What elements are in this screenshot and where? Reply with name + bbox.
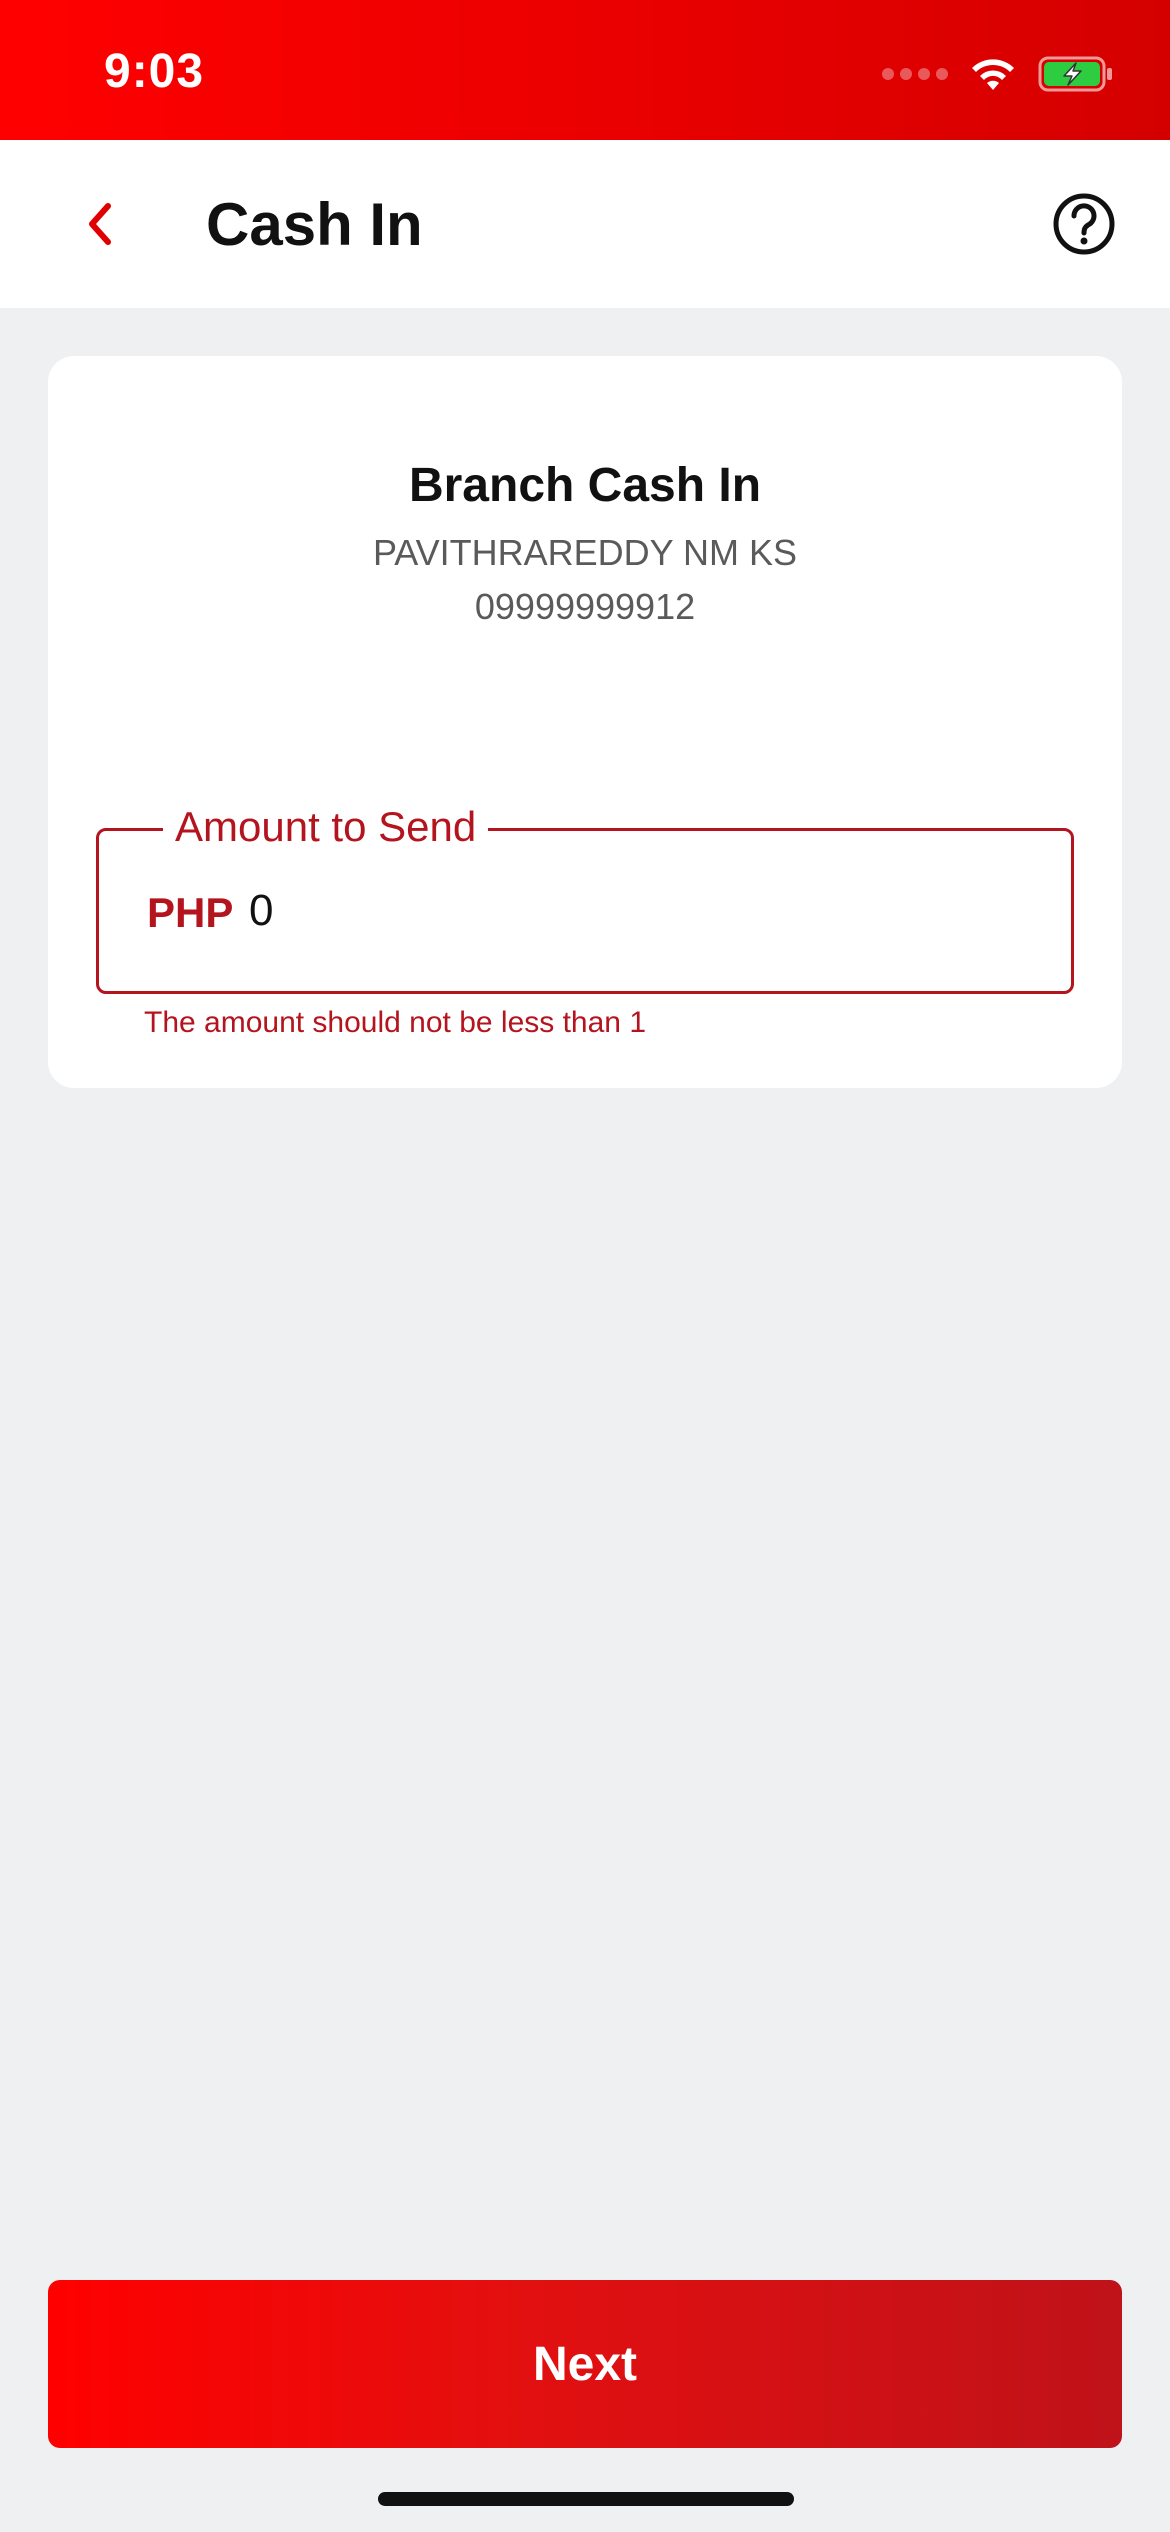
help-circle-icon [1053, 193, 1115, 255]
amount-field[interactable]: Amount to Send PHP [96, 797, 1074, 994]
status-icons [882, 50, 1114, 98]
status-bar: 9:03 [0, 0, 1170, 140]
cash-in-card: Branch Cash In PAVITHRAREDDY NM KS 09999… [48, 356, 1122, 1088]
chevron-left-icon [89, 203, 111, 245]
amount-error-message: The amount should not be less than 1 [144, 1006, 647, 1039]
status-time: 9:03 [104, 45, 205, 98]
amount-label: Amount to Send [163, 797, 489, 857]
recipient-name: PAVITHRAREDDY NM KS [372, 532, 798, 573]
recipient-phone: 09999999912 [474, 586, 696, 627]
currency-label: PHP [147, 889, 234, 936]
page-title: Cash In [206, 191, 423, 258]
next-button[interactable]: Next [48, 2280, 1122, 2448]
signal-icon [882, 68, 948, 80]
home-indicator [378, 2492, 794, 2506]
help-button[interactable] [1050, 190, 1118, 258]
amount-input[interactable] [249, 871, 1029, 951]
app-header: Cash In [0, 140, 1170, 308]
back-button[interactable] [60, 184, 140, 264]
battery-charging-icon [1038, 56, 1112, 92]
card-title: Branch Cash In [408, 459, 762, 512]
wifi-icon [972, 59, 1014, 90]
